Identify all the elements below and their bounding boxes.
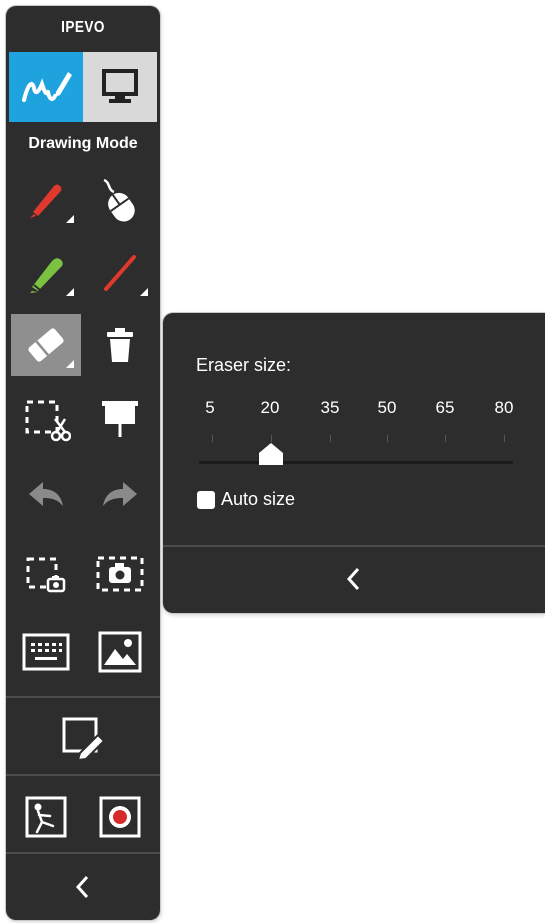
size-tick-label: 50: [377, 398, 397, 417]
size-tick-label: 65: [435, 398, 455, 417]
slider-thumb[interactable]: [257, 441, 285, 467]
mouse-tool[interactable]: [85, 169, 155, 231]
whiteboard-tool[interactable]: [85, 389, 155, 451]
keyboard-button[interactable]: [11, 621, 81, 683]
eraser-size-panel: Eraser size: 5 20 35 50 65 80 Auto size: [163, 313, 545, 613]
submenu-indicator: [66, 215, 74, 223]
chevron-left-icon: [75, 875, 89, 899]
mouse-icon: [103, 178, 135, 222]
red-pen-tool[interactable]: [11, 169, 81, 231]
redo-button[interactable]: [85, 464, 155, 526]
tab-desktop-mode[interactable]: [83, 52, 157, 122]
submenu-indicator: [66, 288, 74, 296]
size-tick-label: 20: [260, 398, 280, 417]
image-icon: [98, 631, 142, 673]
eraser-icon: [28, 328, 64, 362]
whiteboard-mode-button[interactable]: [48, 706, 118, 768]
auto-size-label: Auto size: [221, 489, 296, 509]
eraser-size-slider[interactable]: [199, 461, 513, 464]
eraser-tool[interactable]: [11, 314, 81, 376]
record-icon: [99, 796, 141, 838]
slider-tick: [504, 435, 505, 442]
brand-logo: IPEVO: [61, 19, 105, 36]
slider-tick: [330, 435, 331, 442]
close-popup-button[interactable]: [163, 549, 545, 609]
collapse-toolbar-button[interactable]: [6, 856, 160, 918]
region-camera-icon: [26, 557, 66, 593]
tab-drawing-mode[interactable]: [9, 52, 83, 122]
auto-size-checkbox[interactable]: [197, 490, 215, 509]
toolbar-divider: [6, 852, 160, 854]
toolbar-divider: [6, 774, 160, 776]
mode-label: Drawing Mode: [28, 135, 138, 152]
trash-icon: [107, 328, 133, 362]
popup-divider: [163, 545, 545, 547]
undo-arrow-icon: [29, 482, 63, 506]
submenu-indicator: [140, 288, 148, 296]
selection-scissors-icon: [25, 400, 71, 442]
undo-button[interactable]: [11, 464, 81, 526]
projection-screen-icon: [102, 401, 138, 437]
eraser-size-label: Eraser size:: [196, 355, 292, 375]
toolbar-divider: [6, 696, 160, 698]
cut-tool[interactable]: [11, 389, 81, 451]
keyboard-icon: [22, 633, 70, 671]
highlighter-tool[interactable]: [11, 242, 81, 304]
insert-image-button[interactable]: [85, 621, 155, 683]
board-pen-icon: [62, 717, 106, 761]
slider-tick: [445, 435, 446, 442]
monitor-icon: [102, 69, 138, 103]
region-capture-button[interactable]: [11, 544, 81, 606]
red-line-icon: [104, 255, 136, 291]
green-highlighter-icon: [30, 258, 63, 293]
stop-motion-icon: [25, 796, 67, 838]
line-tool[interactable]: [85, 242, 155, 304]
size-tick-label: 5: [205, 398, 215, 417]
record-button[interactable]: [85, 786, 155, 848]
size-tick-label: 80: [494, 398, 514, 417]
clear-all-tool[interactable]: [85, 314, 155, 376]
submenu-indicator: [66, 360, 74, 368]
size-tick-label: 35: [320, 398, 340, 417]
screen-capture-button[interactable]: [85, 544, 155, 606]
animation-button[interactable]: [11, 786, 81, 848]
slider-tick: [212, 435, 213, 442]
auto-size-option[interactable]: Auto size: [197, 489, 295, 510]
slider-tick: [387, 435, 388, 442]
screen-camera-icon: [96, 556, 144, 592]
chevron-left-icon: [346, 567, 360, 591]
redo-arrow-icon: [103, 482, 137, 506]
toolbar: IPEVO Drawing Mode: [6, 6, 160, 920]
handwriting-pen-icon: [22, 72, 72, 102]
red-pen-icon: [30, 184, 62, 218]
